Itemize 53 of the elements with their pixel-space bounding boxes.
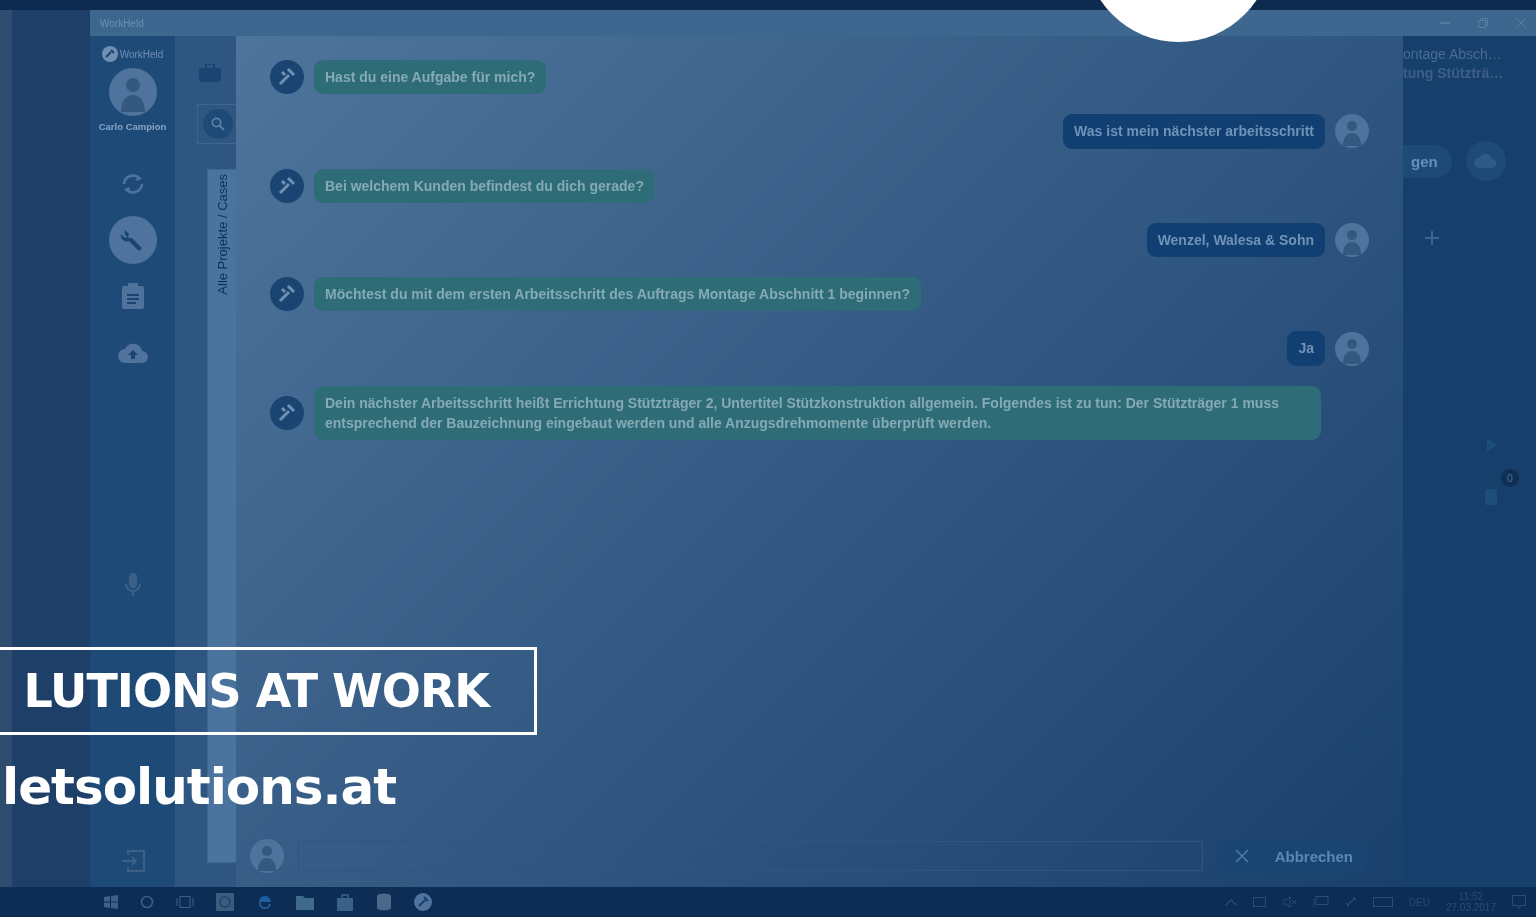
bot-message: Dein nächster Arbeitsschritt heißt Errichtung Stützträger 2, Untertitel Stützkonstruktion allgemein. Folgendes ist zu tun: Der Stützträger 1 muss entsprechend der Bauzeichnung eingebaut werden und alle Anzugsdrehmomente überprüft werden. xyxy=(314,385,1321,441)
bot-avatar-icon xyxy=(270,168,304,203)
search-circle-icon[interactable] xyxy=(140,895,154,909)
bot-message: Hast du eine Aufgabe für mich? xyxy=(314,60,547,95)
search-icon xyxy=(211,117,225,131)
notification-icon[interactable] xyxy=(1512,895,1526,909)
message-input[interactable] xyxy=(298,841,1203,871)
bot-avatar-icon xyxy=(270,60,304,95)
logo-icon[interactable] xyxy=(414,893,432,911)
clipboard-icon xyxy=(121,283,144,309)
add-icon[interactable] xyxy=(1425,231,1439,245)
cloud-upload-icon[interactable] xyxy=(1465,141,1506,181)
close-icon[interactable] xyxy=(1516,18,1526,28)
microphone-icon[interactable] xyxy=(124,573,141,597)
cloud-upload-icon xyxy=(116,341,149,363)
bot-avatar-icon xyxy=(270,396,304,431)
database-icon[interactable] xyxy=(376,893,392,911)
avatar-icon[interactable] xyxy=(108,68,157,116)
keyboard-icon[interactable] xyxy=(1372,897,1393,907)
nav-item[interactable] xyxy=(108,216,157,264)
store-icon[interactable] xyxy=(336,893,354,911)
windows-start-icon[interactable] xyxy=(104,895,118,909)
user-avatar-icon xyxy=(250,839,284,873)
logo-icon xyxy=(101,46,118,62)
user-message: Ja xyxy=(1287,331,1325,366)
task-view-icon[interactable] xyxy=(176,896,194,908)
user-avatar-icon xyxy=(1335,114,1369,149)
bot-avatar-icon xyxy=(270,277,304,312)
clipboard-count-badge: 0 xyxy=(1501,469,1519,487)
user-avatar-icon xyxy=(1335,331,1369,366)
monitor-icon[interactable] xyxy=(1312,896,1329,908)
cancel-button[interactable]: Abbrechen xyxy=(1216,839,1369,873)
restore-icon[interactable] xyxy=(1478,18,1488,28)
browser-icon[interactable] xyxy=(256,893,274,911)
folder-icon[interactable] xyxy=(296,894,314,910)
banner-url: letsolutions.at xyxy=(2,758,397,816)
start-button[interactable]: gen xyxy=(1403,144,1452,178)
search-button[interactable] xyxy=(203,109,233,139)
app-logo-text: WorkHeld xyxy=(119,48,164,60)
close-icon xyxy=(1234,849,1249,863)
user-message: Wenzel, Walesa & Sohn xyxy=(1146,222,1325,258)
speaker-muted-icon[interactable] xyxy=(1282,896,1297,908)
user-avatar-icon xyxy=(1335,223,1369,258)
logout-icon[interactable] xyxy=(119,849,146,873)
projects-tab[interactable]: Alle Projekte / Cases xyxy=(214,174,230,295)
chevron-up-icon[interactable] xyxy=(1224,898,1237,906)
user-message: Was ist mein nächster arbeitsschritt xyxy=(1063,114,1325,149)
battery-icon[interactable] xyxy=(1252,897,1267,907)
bot-message: Bei welchem Kunden befindest du dich gerade? xyxy=(314,168,655,203)
app-icon[interactable] xyxy=(216,893,234,911)
bot-message: Möchtest du mit dem ersten Arbeitsschritt des Auftrags Montage Abschnitt 1 beginnen? xyxy=(314,277,921,312)
banner-headline: LUTIONS AT WORK xyxy=(23,664,489,718)
user-name: Carlo Campion xyxy=(98,121,167,132)
